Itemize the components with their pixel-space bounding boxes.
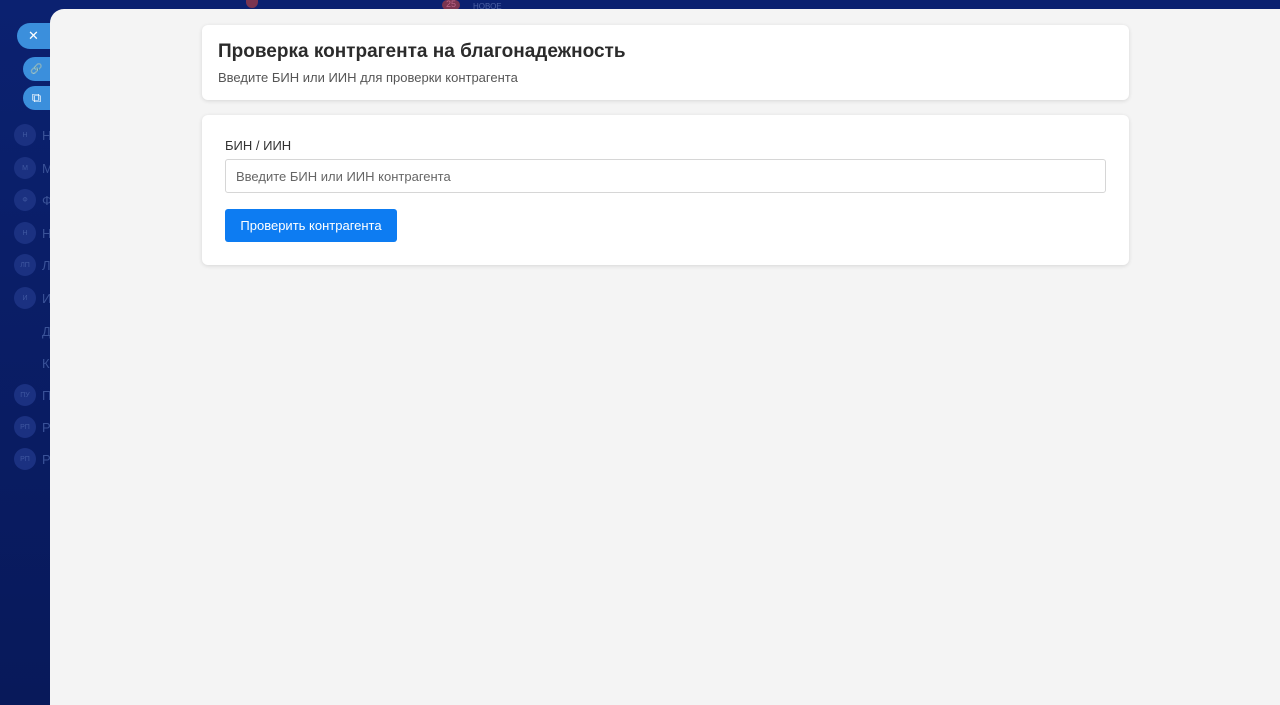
calendar-icon (14, 352, 36, 374)
sidebar-item[interactable]: РП Р (14, 448, 51, 470)
form-card: БИН / ИИН Проверить контрагента (202, 115, 1129, 265)
avatar: РП (14, 448, 36, 470)
sidebar-item[interactable]: ЛП Л (14, 254, 51, 276)
sidebar-item[interactable]: ПУ П (14, 384, 51, 406)
external-link-icon: ⧉ (31, 90, 42, 105)
sidebar-item-label: К (42, 355, 50, 371)
avatar: Ф (14, 189, 36, 211)
sidebar-item[interactable]: Д (14, 320, 51, 342)
drive-icon (14, 320, 36, 342)
sidebar-item[interactable]: ИИ (14, 287, 51, 309)
avatar: Н (14, 222, 36, 244)
check-counterparty-button[interactable]: Проверить контрагента (225, 209, 397, 242)
avatar: ЛП (14, 254, 36, 276)
bin-iin-input[interactable] (225, 159, 1106, 193)
sidebar-item[interactable]: НН (14, 222, 51, 244)
open-external-button[interactable]: ⧉ (23, 86, 50, 110)
page-title: Проверка контрагента на благонадежность (218, 41, 626, 62)
avatar: М (14, 157, 36, 179)
page-subtitle: Введите БИН или ИИН для проверки контраг… (218, 70, 518, 85)
sidebar-item[interactable]: К (14, 352, 50, 374)
avatar: Н (14, 124, 36, 146)
slider-panel: Проверка контрагента на благонадежность … (50, 9, 1280, 705)
link-icon: 🔗 (30, 63, 43, 75)
close-button[interactable]: ✕ (17, 23, 50, 49)
avatar: ПУ (14, 384, 36, 406)
close-icon: ✕ (28, 28, 39, 43)
sidebar-item[interactable]: НН (14, 124, 51, 146)
avatar: И (14, 287, 36, 309)
sidebar-item[interactable]: ММ (14, 157, 53, 179)
header-card: Проверка контрагента на благонадежность … (202, 25, 1129, 100)
bin-iin-label: БИН / ИИН (225, 138, 292, 153)
copy-link-button[interactable]: 🔗 (23, 57, 50, 81)
avatar: РП (14, 416, 36, 438)
sidebar-item[interactable]: ФФ (14, 189, 52, 211)
sidebar-item[interactable]: РП Р (14, 416, 51, 438)
